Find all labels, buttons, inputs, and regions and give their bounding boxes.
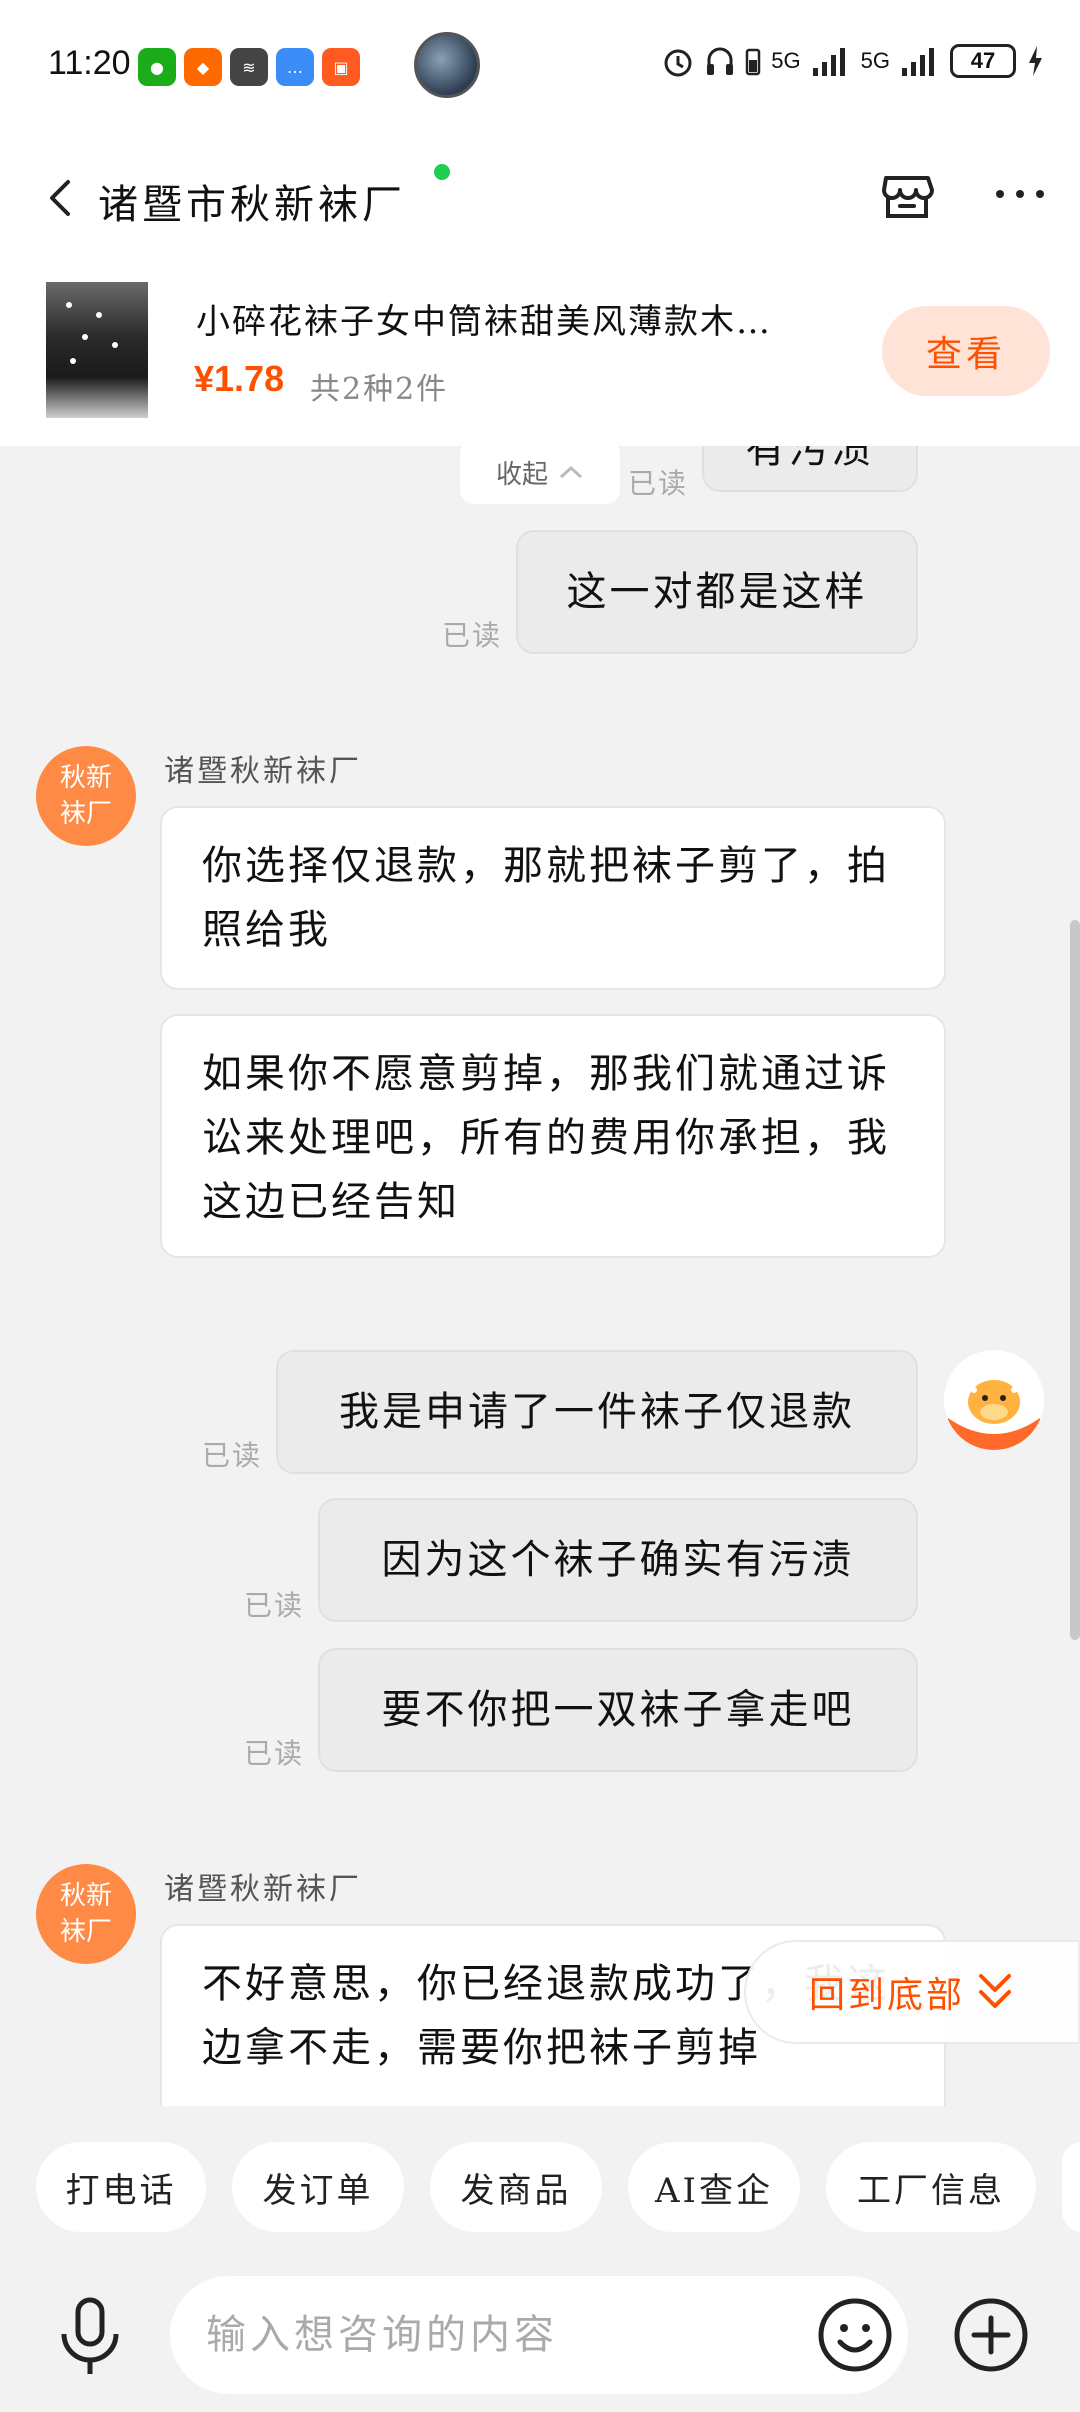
shop-avatar[interactable]: 秋新袜厂 (36, 1864, 136, 1964)
status-time: 11:20 (48, 44, 131, 82)
message-bubble[interactable]: 要不你把一双袜子拿走吧 (318, 1648, 918, 1772)
message-text: 你选择仅退款，那就把袜子剪了，拍照给我 (202, 843, 890, 953)
shop-name-title[interactable]: 诸暨市秋新袜厂 (98, 172, 406, 230)
user-avatar[interactable] (944, 1350, 1044, 1450)
emoji-icon[interactable] (816, 2296, 894, 2374)
factory-info-chip[interactable]: 工厂信息 (826, 2142, 1036, 2232)
product-card[interactable]: 小碎花袜子女中筒袜甜美风薄款木… ¥1.78 共2种2件 查看 (0, 266, 1080, 446)
battery-level: 47 (970, 48, 996, 73)
message-text: 要不你把一双袜子拿走吧 (381, 1687, 855, 1733)
message-bubble[interactable]: 因为这个袜子确实有污渍 (318, 1498, 918, 1622)
more-chip-partial[interactable] (1062, 2142, 1080, 2232)
app-icon: ▣ (322, 48, 360, 86)
add-attachment-icon[interactable] (952, 2296, 1030, 2374)
product-thumbnail[interactable] (46, 282, 148, 418)
wechat-icon: ● (138, 48, 176, 86)
alarm-icon (664, 49, 692, 77)
read-status: 已读 (244, 1589, 305, 1622)
product-price: ¥1.78 (194, 358, 285, 399)
chat-scrollbar[interactable] (1070, 920, 1080, 1640)
store-icon[interactable] (874, 160, 940, 226)
ai-company-lookup-chip[interactable]: AI查企 (628, 2142, 800, 2232)
signal-icon (812, 48, 845, 76)
status-avatar (414, 32, 480, 98)
collapse-button[interactable]: 收起 (460, 446, 620, 504)
headphones-icon (707, 47, 734, 75)
read-status: 已读 (442, 619, 503, 652)
call-chip[interactable]: 打电话 (36, 2142, 206, 2232)
chevron-up-icon (559, 465, 583, 479)
shop-avatar-label: 秋新袜厂 (59, 1881, 112, 1947)
message-bubble[interactable]: 这一对都是这样 (516, 530, 918, 654)
message-text: 有污渍 (745, 446, 875, 472)
network-label-2: 5G (860, 48, 890, 73)
message-bubble[interactable]: 如果你不愿意剪掉，那我们就通过诉讼来处理吧，所有的费用你承担，我这边已经告知 (160, 1014, 946, 1258)
status-bar: 11:20 ● ◆ ≋ … ▣ 5G 5G 47 (0, 0, 1080, 134)
message-input[interactable] (170, 2276, 908, 2394)
read-status: 已读 (244, 1737, 305, 1770)
message-text: 这一对都是这样 (566, 569, 868, 615)
shop-avatar-label: 秋新袜厂 (59, 763, 112, 829)
status-indicators: 5G 5G 47 (661, 44, 1044, 78)
shop-avatar[interactable]: 秋新袜厂 (36, 746, 136, 846)
message-text: 如果你不愿意剪掉，那我们就通过诉讼来处理吧，所有的费用你承担，我这边已经告知 (202, 1051, 890, 1225)
message-bubble[interactable]: 你选择仅退款，那就把袜子剪了，拍照给我 (160, 806, 946, 990)
product-quantity: 共2种2件 (310, 372, 449, 407)
earbud-battery-icon (746, 48, 761, 76)
to-bottom-label: 回到底部 (808, 1975, 965, 2016)
view-product-button[interactable]: 查看 (882, 306, 1050, 396)
sender-name: 诸暨秋新袜厂 (164, 1872, 362, 1907)
product-title: 小碎花袜子女中筒袜甜美风薄款木… (196, 302, 772, 342)
charging-icon (1029, 46, 1042, 76)
send-product-chip[interactable]: 发商品 (430, 2142, 602, 2232)
quick-actions-bar: 打电话 发订单 发商品 AI查企 工厂信息 (0, 2106, 1080, 2270)
message-text: 因为这个袜子确实有污渍 (381, 1537, 855, 1583)
back-arrow-icon[interactable] (34, 168, 94, 228)
online-status-dot (434, 164, 450, 180)
message-bubble-partial[interactable]: 有污渍 (702, 446, 918, 492)
network-label: 5G (771, 48, 801, 73)
1688-icon: ◆ (184, 48, 222, 86)
message-icon: … (276, 48, 314, 86)
sender-name: 诸暨秋新袜厂 (164, 754, 362, 789)
input-bar (0, 2270, 1080, 2412)
more-options-icon[interactable] (990, 174, 1050, 214)
message-bubble[interactable]: 我是申请了一件袜子仅退款 (276, 1350, 918, 1474)
read-status: 已读 (202, 1439, 263, 1472)
signal-icon-2 (902, 48, 934, 76)
cow-avatar-icon (944, 1350, 1044, 1450)
collapse-label: 收起 (495, 459, 548, 490)
double-chevron-down-icon (979, 1974, 1011, 2008)
message-text: 我是申请了一件袜子仅退款 (339, 1389, 855, 1435)
send-order-chip[interactable]: 发订单 (232, 2142, 404, 2232)
microphone-icon[interactable] (54, 2296, 126, 2378)
chat-messages[interactable]: 有污渍 已读 收起 这一对都是这样 已读 秋新袜厂 诸暨秋新袜厂 你选择仅退款，… (0, 446, 1080, 2106)
scroll-to-bottom-button[interactable]: 回到底部 (744, 1940, 1080, 2044)
status-app-icons: ● ◆ ≋ … ▣ (138, 48, 360, 86)
battery-indicator: 47 (950, 44, 1016, 78)
read-status: 已读 (628, 467, 689, 500)
chat-header: 诸暨市秋新袜厂 (0, 134, 1080, 266)
voice-icon: ≋ (230, 48, 268, 86)
